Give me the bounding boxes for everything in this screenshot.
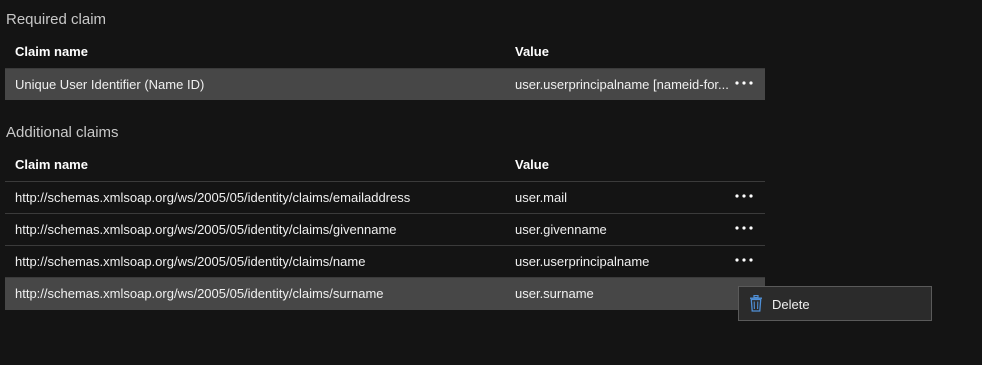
claim-name-header: Claim name [15,157,88,172]
claims-page: Required claim Claim name Value Unique U… [0,0,982,365]
more-options-icon[interactable] [733,249,755,271]
additional-claims-table: Claim name Value http://schemas.xmlsoap.… [5,149,765,310]
table-header: Claim name Value [5,36,765,69]
context-menu: Delete [738,286,932,321]
table-row[interactable]: Unique User Identifier (Name ID) user.us… [5,69,765,100]
table-row[interactable]: http://schemas.xmlsoap.org/ws/2005/05/id… [5,246,765,278]
table-header: Claim name Value [5,149,765,182]
table-row[interactable]: http://schemas.xmlsoap.org/ws/2005/05/id… [5,214,765,246]
delete-menu-item[interactable]: Delete [739,287,931,320]
more-options-icon[interactable] [733,185,755,207]
claim-value: user.givenname [515,222,607,237]
table-row[interactable]: http://schemas.xmlsoap.org/ws/2005/05/id… [5,278,765,310]
more-options-icon[interactable] [733,217,755,239]
claim-name: http://schemas.xmlsoap.org/ws/2005/05/id… [15,286,384,301]
more-options-icon[interactable] [733,72,755,94]
required-claims-table: Claim name Value Unique User Identifier … [5,36,765,100]
value-header: Value [515,44,549,59]
required-claim-title: Required claim [6,11,107,28]
claim-value: user.userprincipalname [nameid-for... [515,77,729,92]
claim-value: user.mail [515,190,568,205]
claim-name: http://schemas.xmlsoap.org/ws/2005/05/id… [15,190,411,205]
claim-value: user.surname [515,286,594,301]
table-row[interactable]: http://schemas.xmlsoap.org/ws/2005/05/id… [5,182,765,214]
claim-name: Unique User Identifier (Name ID) [15,77,205,92]
delete-label: Delete [772,297,810,312]
value-header: Value [515,157,549,172]
claim-value: user.userprincipalname [515,254,650,269]
additional-claims-title: Additional claims [6,124,119,141]
claim-name-header: Claim name [15,44,88,59]
claim-name: http://schemas.xmlsoap.org/ws/2005/05/id… [15,254,366,269]
claim-name: http://schemas.xmlsoap.org/ws/2005/05/id… [15,222,397,237]
trash-icon [749,294,763,317]
